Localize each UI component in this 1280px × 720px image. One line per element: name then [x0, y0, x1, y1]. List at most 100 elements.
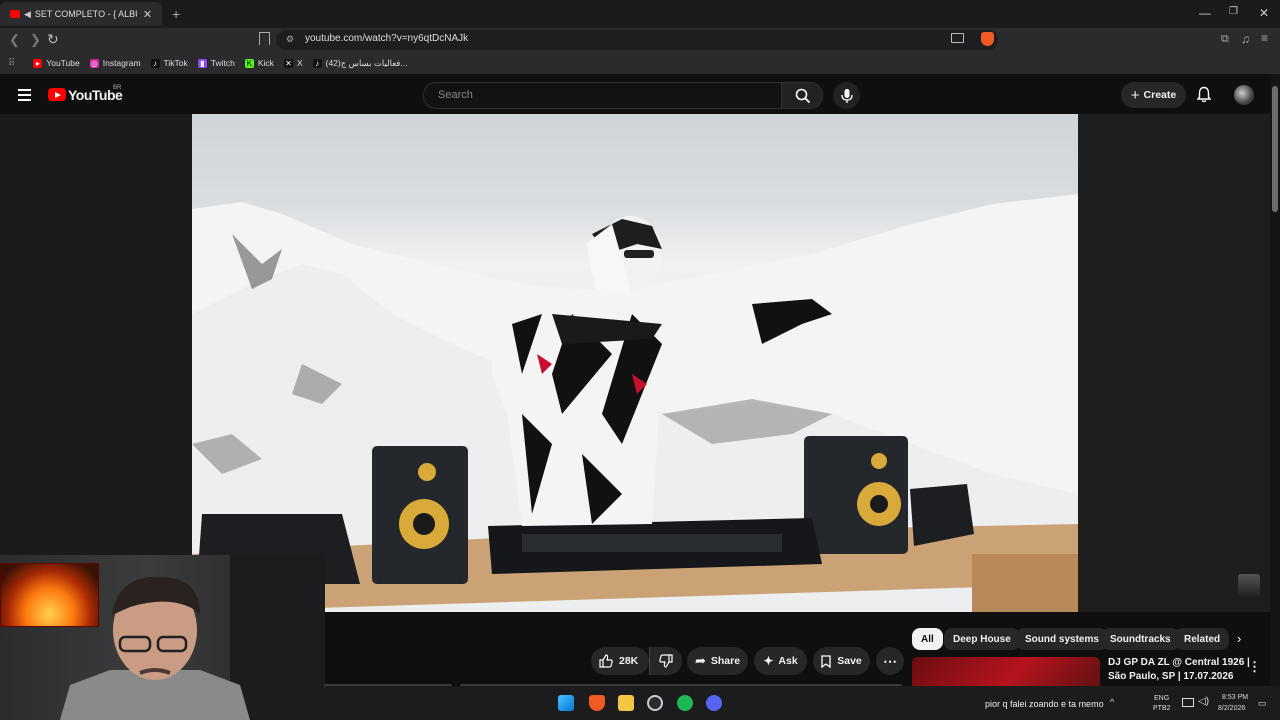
notification-text[interactable]: pior q falei zoando e ta memo	[985, 699, 1104, 709]
search-input[interactable]	[424, 83, 772, 107]
cast-icon[interactable]	[951, 33, 964, 43]
create-label: Create	[1143, 89, 1177, 101]
new-tab-button[interactable]: +	[172, 6, 180, 22]
share-button[interactable]: ➦ Share	[687, 647, 748, 675]
bookmark-kick[interactable]: K Kick	[244, 58, 274, 68]
url-text: youtube.com/watch?v=ny6qtDcNAJk	[305, 33, 469, 44]
brave-browser-icon[interactable]	[589, 695, 605, 711]
search-button[interactable]	[781, 82, 823, 109]
spotify-icon[interactable]	[677, 695, 693, 711]
bookmark-label: Twitch	[210, 58, 235, 68]
create-button[interactable]: + Create	[1121, 82, 1186, 108]
brave-shields-icon[interactable]	[981, 32, 994, 46]
media-icon[interactable]: ♫	[1241, 32, 1250, 46]
scrollbar-thumb[interactable]	[1272, 86, 1278, 212]
chip-soundtracks[interactable]: Soundtracks	[1101, 628, 1180, 650]
discord-icon[interactable]	[706, 695, 722, 711]
like-count: 28K	[619, 655, 639, 667]
voice-search-button[interactable]	[833, 82, 860, 109]
tab-title: SET COMPLETO - { ALBUM M	[34, 9, 137, 19]
close-tab-icon[interactable]: ✕	[143, 8, 152, 21]
more-actions-button[interactable]: ⋯	[876, 647, 904, 675]
close-window-icon[interactable]: ✕	[1259, 6, 1269, 20]
share-label: Share	[710, 655, 741, 667]
forward-icon[interactable]: ❯	[30, 32, 41, 48]
browser-tab[interactable]: ◀ SET COMPLETO - { ALBUM M ✕	[0, 2, 162, 26]
minimize-icon[interactable]: —	[1199, 6, 1211, 20]
browser-tab-strip	[0, 0, 1280, 28]
recommended-video-title[interactable]: DJ GP DA ZL @ Central 1926 |	[1108, 657, 1250, 668]
windows-taskbar	[325, 686, 1280, 720]
ask-button[interactable]: ✦ Ask	[754, 647, 807, 675]
sparkle-icon: ✦	[763, 654, 774, 668]
save-button[interactable]: Save	[813, 647, 870, 675]
account-avatar[interactable]	[1234, 85, 1254, 105]
hamburger-menu-icon[interactable]	[18, 89, 31, 104]
bookmarks-bar: ⠿ ▸ YouTube ◎ Instagram ♪ TikTok ▮ Twitch KK…	[0, 52, 1280, 74]
bookmark-label: (42)فعاليات بساس ج...	[325, 57, 408, 68]
search-box[interactable]	[423, 82, 782, 109]
chevron-right-icon[interactable]: ›	[1237, 631, 1241, 646]
speaker-icon[interactable]: ◀	[24, 9, 31, 20]
chip-sound-systems[interactable]: Sound systems	[1016, 628, 1108, 650]
save-label: Save	[837, 655, 862, 667]
notifications-icon[interactable]: ▭	[1258, 698, 1267, 709]
more-vertical-icon[interactable]: ⋮	[1248, 659, 1261, 675]
bookmark-youtube[interactable]: ▸ YouTube	[33, 58, 80, 68]
youtube-icon: ▸	[33, 58, 43, 68]
volume-icon[interactable]: ◁)	[1198, 696, 1209, 707]
twitch-icon: ▮	[197, 58, 207, 68]
clock-date[interactable]: 8/2/2026	[1218, 705, 1245, 712]
bookmark-x[interactable]: ✕ X	[283, 58, 303, 68]
obs-icon[interactable]	[647, 695, 663, 711]
search-icon	[795, 88, 811, 104]
country-code: BR	[113, 85, 122, 91]
dislike-button[interactable]	[649, 647, 682, 675]
kick-icon: K	[244, 58, 254, 68]
plus-icon: +	[1130, 86, 1140, 104]
like-button[interactable]: 28K	[591, 647, 649, 675]
youtube-logo-icon[interactable]	[48, 88, 66, 101]
restore-icon[interactable]: ❐	[1229, 6, 1238, 17]
page-right-gutter	[1078, 114, 1270, 612]
more-horizontal-icon: ⋯	[883, 652, 897, 669]
bookmark-twitch[interactable]: ▮ Twitch	[197, 58, 235, 68]
bookmark-page-icon[interactable]	[259, 32, 270, 45]
channel-watermark-icon[interactable]	[1238, 574, 1260, 596]
site-info-icon[interactable]: ⚙	[286, 34, 294, 45]
bookmark-label: Kick	[257, 58, 274, 68]
video-scene	[192, 194, 1078, 612]
bookmark-label: YouTube	[46, 58, 80, 68]
chip-related[interactable]: Related	[1175, 628, 1230, 650]
chip-deep-house[interactable]: Deep House	[944, 628, 1020, 650]
chevron-up-icon[interactable]: ^	[1110, 697, 1114, 707]
clock-time[interactable]: 8:53 PM	[1222, 694, 1248, 701]
video-player[interactable]	[192, 114, 1078, 612]
tiktok-icon: ♪	[150, 58, 160, 68]
bookmark-instagram[interactable]: ◎ Instagram	[89, 58, 141, 68]
display-icon[interactable]	[1182, 698, 1194, 707]
tiktok-icon: ♪	[312, 58, 322, 68]
file-explorer-icon[interactable]	[618, 695, 634, 711]
chip-all[interactable]: All	[912, 628, 943, 650]
save-bookmark-icon	[821, 654, 831, 668]
youtube-favicon-icon	[10, 10, 20, 18]
bookmark-label: TikTok	[163, 58, 188, 68]
bookmark-label: X	[296, 58, 303, 68]
input-language[interactable]: ENG	[1154, 695, 1169, 702]
recommended-video-title[interactable]: São Paulo, SP | 17.07.2026	[1108, 671, 1233, 682]
apps-grid-icon[interactable]: ⠿	[8, 58, 15, 69]
bookmark-label: Instagram	[102, 58, 141, 68]
back-icon[interactable]: ❮	[9, 32, 20, 48]
notifications-bell-icon[interactable]	[1197, 86, 1211, 103]
extensions-icon[interactable]: ⧉	[1221, 33, 1229, 46]
bookmark-tiktok-live[interactable]: ♪ (42)فعاليات بساس ج...	[312, 57, 408, 69]
windows-start-icon[interactable]	[558, 695, 574, 711]
thumbs-up-icon	[599, 654, 613, 668]
microphone-icon	[841, 89, 853, 103]
bookmark-tiktok[interactable]: ♪ TikTok	[150, 58, 188, 68]
menu-icon[interactable]: ≡	[1261, 31, 1268, 45]
x-icon: ✕	[283, 58, 293, 68]
reload-icon[interactable]: ↻	[47, 31, 59, 48]
input-language-variant[interactable]: PTB2	[1153, 705, 1171, 712]
